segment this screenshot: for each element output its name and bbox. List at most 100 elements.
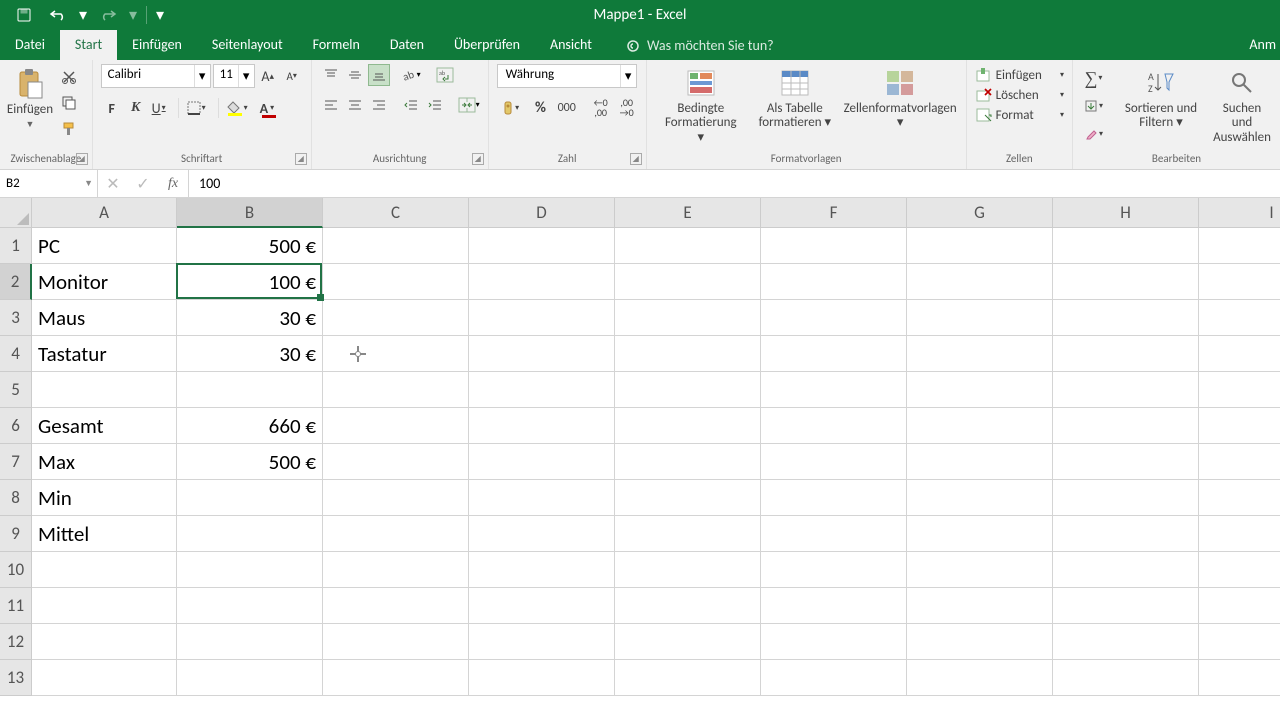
row-header[interactable]: 3 xyxy=(0,300,32,336)
cell[interactable] xyxy=(1053,660,1199,696)
cell[interactable] xyxy=(1053,624,1199,660)
column-header[interactable]: I xyxy=(1199,198,1280,228)
cell[interactable] xyxy=(469,552,615,588)
cell[interactable] xyxy=(323,336,469,372)
number-dialog-launcher[interactable]: ◢ xyxy=(630,153,642,165)
cell[interactable] xyxy=(1199,444,1280,480)
column-header[interactable]: D xyxy=(469,198,615,228)
cell[interactable] xyxy=(323,624,469,660)
row-header[interactable]: 11 xyxy=(0,588,32,624)
cell[interactable] xyxy=(469,480,615,516)
tell-me-search[interactable]: Was möchten Sie tun? xyxy=(615,31,784,60)
orientation-button[interactable]: ab▾ xyxy=(400,64,422,86)
wrap-text-button[interactable]: ab xyxy=(434,64,456,86)
qat-customize[interactable]: ▾ xyxy=(153,3,167,27)
conditional-formatting-button[interactable]: Bedingte Formatierung ▾ xyxy=(655,64,747,145)
format-cells-button[interactable]: Format ▾ xyxy=(975,106,1064,124)
cell[interactable] xyxy=(761,480,907,516)
sort-filter-button[interactable]: AZ Sortieren und Filtern ▾ xyxy=(1116,64,1206,150)
font-size-combo[interactable]: 11▾ xyxy=(213,64,255,88)
cell[interactable] xyxy=(177,480,323,516)
column-header[interactable]: E xyxy=(615,198,761,228)
cell[interactable] xyxy=(1199,300,1280,336)
cell[interactable] xyxy=(615,480,761,516)
insert-cells-button[interactable]: Einfügen ▾ xyxy=(975,66,1064,84)
cell[interactable] xyxy=(907,228,1053,264)
fill-button[interactable]: ▾ xyxy=(1081,94,1110,118)
cell[interactable] xyxy=(1053,516,1199,552)
formula-input[interactable]: 100 xyxy=(189,170,1280,197)
cell[interactable] xyxy=(761,660,907,696)
cell[interactable] xyxy=(1053,300,1199,336)
cell[interactable] xyxy=(323,264,469,300)
cell[interactable] xyxy=(1199,408,1280,444)
cell[interactable] xyxy=(761,408,907,444)
number-format-combo[interactable]: Währung▾ xyxy=(497,64,637,88)
cell[interactable] xyxy=(1199,624,1280,660)
row-header[interactable]: 12 xyxy=(0,624,32,660)
save-button[interactable] xyxy=(8,3,40,27)
cell[interactable] xyxy=(469,408,615,444)
cell[interactable]: PC xyxy=(32,228,177,264)
cell[interactable] xyxy=(1053,372,1199,408)
cell[interactable] xyxy=(907,300,1053,336)
cell[interactable] xyxy=(323,444,469,480)
cell[interactable] xyxy=(615,264,761,300)
name-box[interactable]: B2 ▼ xyxy=(0,170,98,197)
cell[interactable] xyxy=(1053,480,1199,516)
cell[interactable] xyxy=(615,624,761,660)
cell[interactable] xyxy=(1199,588,1280,624)
cell[interactable] xyxy=(615,228,761,264)
row-header[interactable]: 4 xyxy=(0,336,32,372)
cell[interactable] xyxy=(32,552,177,588)
cell[interactable] xyxy=(907,372,1053,408)
column-header[interactable]: C xyxy=(323,198,469,228)
row-header[interactable]: 10 xyxy=(0,552,32,588)
cell[interactable] xyxy=(761,228,907,264)
tab-ueberpruefen[interactable]: Überprüfen xyxy=(439,30,535,60)
cell[interactable] xyxy=(615,372,761,408)
cell[interactable] xyxy=(761,264,907,300)
cell[interactable]: Mittel xyxy=(32,516,177,552)
cell[interactable] xyxy=(469,264,615,300)
row-header[interactable]: 13 xyxy=(0,660,32,696)
cell[interactable] xyxy=(615,336,761,372)
cell[interactable] xyxy=(907,516,1053,552)
autosum-button[interactable]: ∑▾ xyxy=(1081,66,1110,90)
undo-dropdown[interactable]: ▾ xyxy=(76,3,90,27)
cell[interactable] xyxy=(907,264,1053,300)
cell[interactable] xyxy=(1199,372,1280,408)
font-dialog-launcher[interactable]: ◢ xyxy=(295,153,307,165)
cell[interactable] xyxy=(32,660,177,696)
cell[interactable] xyxy=(469,336,615,372)
column-header[interactable]: H xyxy=(1053,198,1199,228)
accounting-format-button[interactable]: ▾ xyxy=(497,96,526,120)
tab-start[interactable]: Start xyxy=(60,30,117,60)
cell[interactable] xyxy=(615,408,761,444)
bold-button[interactable]: F xyxy=(101,96,123,120)
copy-button[interactable] xyxy=(58,92,80,114)
cell[interactable] xyxy=(323,480,469,516)
decrease-font-button[interactable]: A▾ xyxy=(281,64,303,88)
insert-function-button[interactable]: fx xyxy=(158,176,188,192)
cell[interactable]: 100 € xyxy=(177,264,323,300)
align-bottom-button[interactable] xyxy=(368,64,390,86)
cell[interactable] xyxy=(761,516,907,552)
row-header[interactable]: 2 xyxy=(0,264,32,300)
cell[interactable] xyxy=(907,480,1053,516)
cell[interactable]: 30 € xyxy=(177,300,323,336)
align-top-button[interactable] xyxy=(320,64,342,86)
cell[interactable] xyxy=(1199,480,1280,516)
cell[interactable] xyxy=(615,588,761,624)
increase-font-button[interactable]: A▴ xyxy=(257,64,279,88)
cell[interactable] xyxy=(907,624,1053,660)
clipboard-dialog-launcher[interactable]: ◢ xyxy=(76,153,88,165)
font-name-combo[interactable]: Calibri▾ xyxy=(101,64,211,88)
column-header[interactable]: F xyxy=(761,198,907,228)
undo-button[interactable] xyxy=(42,3,74,27)
cell[interactable] xyxy=(1053,444,1199,480)
increase-decimal-button[interactable]: ←0,00 xyxy=(590,96,612,120)
cell[interactable] xyxy=(469,588,615,624)
cell[interactable] xyxy=(323,408,469,444)
cell[interactable] xyxy=(615,516,761,552)
